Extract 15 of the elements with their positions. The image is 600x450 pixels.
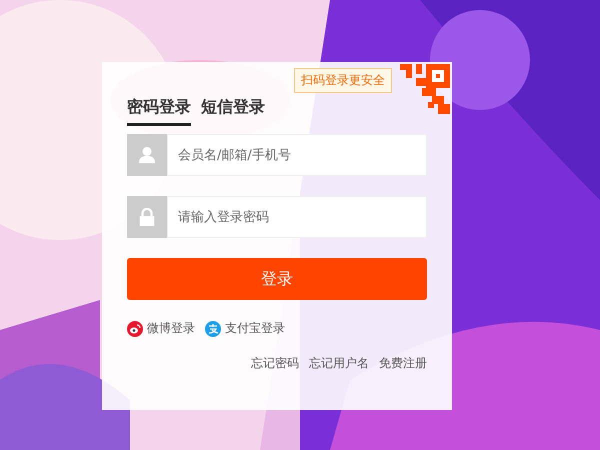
social-login-link[interactable]: 微博登录 <box>127 320 195 337</box>
weibo-icon <box>127 320 143 336</box>
alipay-icon <box>205 320 221 336</box>
account-link[interactable]: 忘记密码 <box>251 355 299 372</box>
account-link[interactable]: 免费注册 <box>379 355 427 372</box>
lock-icon <box>127 196 167 238</box>
password-field[interactable]: 请输入登录密码 <box>167 196 427 238</box>
account-link[interactable]: 忘记用户名 <box>309 355 369 372</box>
username-field[interactable]: 会员名/邮箱/手机号 <box>167 134 427 176</box>
qr-code-icon[interactable] <box>398 62 452 116</box>
qr-tooltip: 扫码登录更安全 <box>294 68 392 93</box>
login-tab[interactable]: 密码登录 <box>127 94 191 126</box>
user-icon <box>127 134 167 176</box>
social-login-link[interactable]: 支付宝登录 <box>205 320 285 337</box>
login-tab[interactable]: 短信登录 <box>201 94 265 126</box>
